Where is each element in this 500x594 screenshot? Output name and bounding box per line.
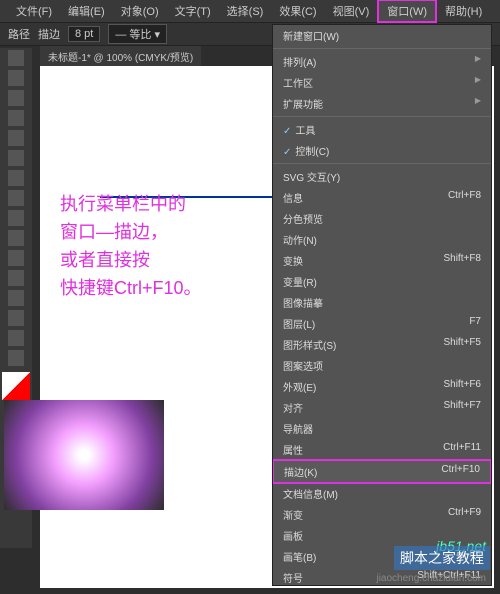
tool-direct[interactable] xyxy=(8,70,24,86)
mi-layers[interactable]: 图层(L)F7 xyxy=(273,313,491,334)
tool-scale[interactable] xyxy=(8,250,24,266)
menu-help[interactable]: 帮助(H) xyxy=(437,1,490,21)
stroke-weight[interactable]: 8 pt xyxy=(68,26,100,42)
tool-pencil[interactable] xyxy=(8,190,24,206)
instr-line1: 执行菜单栏中的 xyxy=(60,190,202,218)
tool-select[interactable] xyxy=(8,50,24,66)
menu-edit[interactable]: 编辑(E) xyxy=(60,1,113,21)
mi-sep[interactable]: 分色预览 xyxy=(273,208,491,229)
menu-effect[interactable]: 效果(C) xyxy=(271,1,324,21)
tool-rect[interactable] xyxy=(8,150,24,166)
mi-attr[interactable]: 属性Ctrl+F11 xyxy=(273,439,491,460)
mi-newwin[interactable]: 新建窗口(W) xyxy=(273,25,491,46)
menu-select[interactable]: 选择(S) xyxy=(219,1,272,21)
instruction-text: 执行菜单栏中的 窗口—描边， 或者直接按 快捷键Ctrl+F10。 xyxy=(60,190,202,302)
mi-docinfo[interactable]: 文档信息(M) xyxy=(273,483,491,504)
path-label: 路径 xyxy=(8,26,30,42)
decorative-glow xyxy=(4,400,164,510)
mi-svg[interactable]: SVG 交互(Y) xyxy=(273,166,491,187)
tool-eyedrop[interactable] xyxy=(8,330,24,346)
mi-grad[interactable]: 渐变Ctrl+F9 xyxy=(273,504,491,525)
mi-arrange[interactable]: 排列(A) xyxy=(273,51,491,72)
menu-window[interactable]: 窗口(W) xyxy=(377,0,437,23)
tool-brush[interactable] xyxy=(8,170,24,186)
menu-file[interactable]: 文件(F) xyxy=(8,1,60,21)
fill-stroke-swatch[interactable] xyxy=(2,372,30,400)
tool-mesh[interactable] xyxy=(8,310,24,326)
watermark-footer: jiaocheng.chazidian.com xyxy=(376,573,486,584)
menubar: 文件(F) 编辑(E) 对象(O) 文字(T) 选择(S) 效果(C) 视图(V… xyxy=(0,0,500,23)
mi-align[interactable]: 对齐Shift+F7 xyxy=(273,397,491,418)
mi-appear[interactable]: 外观(E)Shift+F6 xyxy=(273,376,491,397)
tool-width[interactable] xyxy=(8,270,24,286)
tool-pen[interactable] xyxy=(8,90,24,106)
mi-ext[interactable]: 扩展功能 xyxy=(273,93,491,114)
instr-line4: 快捷键Ctrl+F10。 xyxy=(60,274,202,302)
stroke-profile[interactable]: — 等比 ▾ xyxy=(108,24,167,44)
menu-view[interactable]: 视图(V) xyxy=(325,1,378,21)
mi-imgdesc[interactable]: 图像描摹 xyxy=(273,292,491,313)
tool-free[interactable] xyxy=(8,290,24,306)
mi-control[interactable]: ✓控制(C) xyxy=(273,140,491,161)
instr-line2: 窗口—描边， xyxy=(60,218,202,246)
mi-tools[interactable]: ✓工具 xyxy=(273,119,491,140)
tool-rotate[interactable] xyxy=(8,230,24,246)
mi-var[interactable]: 变量(R) xyxy=(273,271,491,292)
mi-gstyle[interactable]: 图形样式(S)Shift+F5 xyxy=(273,334,491,355)
tool-line[interactable] xyxy=(8,130,24,146)
tool-eraser[interactable] xyxy=(8,210,24,226)
mi-transform[interactable]: 变换Shift+F8 xyxy=(273,250,491,271)
menu-object[interactable]: 对象(O) xyxy=(113,1,167,21)
window-menu: 新建窗口(W) 排列(A) 工作区 扩展功能 ✓工具 ✓控制(C) SVG 交互… xyxy=(272,24,492,586)
mi-action[interactable]: 动作(N) xyxy=(273,229,491,250)
mi-stroke[interactable]: 描边(K)Ctrl+F10 xyxy=(272,459,492,484)
mi-workspace[interactable]: 工作区 xyxy=(273,72,491,93)
watermark-tutorial: 脚本之家教程 xyxy=(394,546,490,570)
tool-type[interactable] xyxy=(8,110,24,126)
stroke-label: 描边 xyxy=(38,26,60,42)
instr-line3: 或者直接按 xyxy=(60,246,202,274)
mi-gopt[interactable]: 图案选项 xyxy=(273,355,491,376)
document-tab[interactable]: 未标题-1* @ 100% (CMYK/预览) xyxy=(40,46,201,67)
tool-blend[interactable] xyxy=(8,350,24,366)
menu-type[interactable]: 文字(T) xyxy=(167,1,219,21)
mi-nav[interactable]: 导航器 xyxy=(273,418,491,439)
mi-info[interactable]: 信息Ctrl+F8 xyxy=(273,187,491,208)
